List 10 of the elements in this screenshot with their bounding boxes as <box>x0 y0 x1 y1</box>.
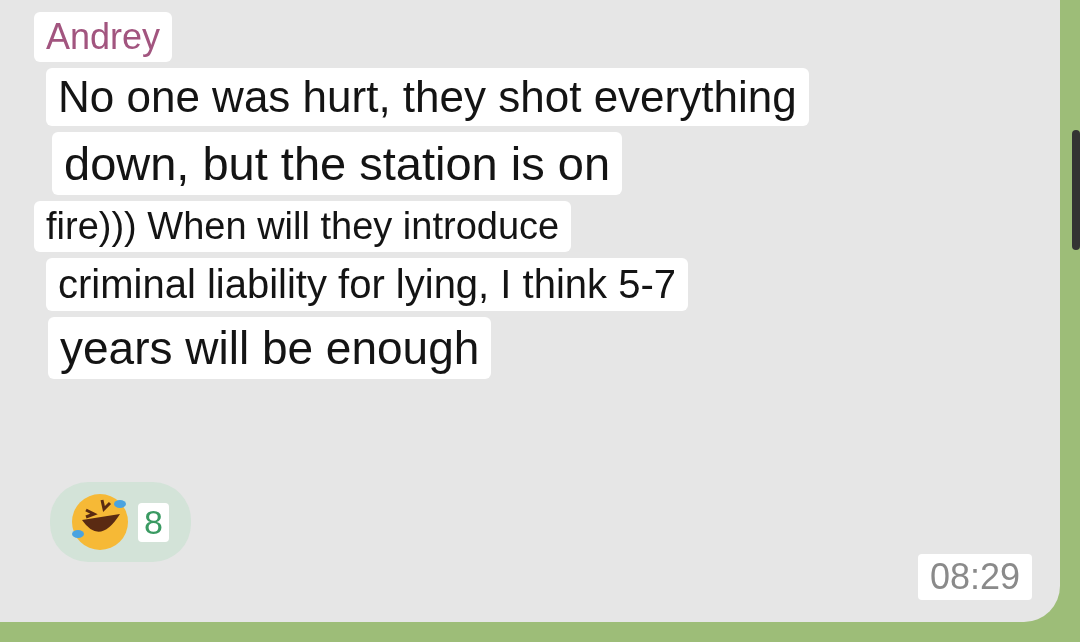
message-time: 08:29 <box>917 554 1032 600</box>
message-text: years will be enough <box>48 317 492 379</box>
message-text: criminal liability for lying, I think 5-7 <box>46 258 688 311</box>
scrollbar[interactable] <box>1072 130 1080 250</box>
reaction-count: 8 <box>138 502 169 542</box>
message-text: fire))) When will they introduce <box>34 201 572 252</box>
sender-name: Andrey <box>34 12 173 62</box>
message-text: down, but the station is on <box>52 132 623 195</box>
message-text: No one was hurt, they shot everything <box>46 68 809 126</box>
reaction-chip[interactable]: 8 <box>50 482 191 562</box>
